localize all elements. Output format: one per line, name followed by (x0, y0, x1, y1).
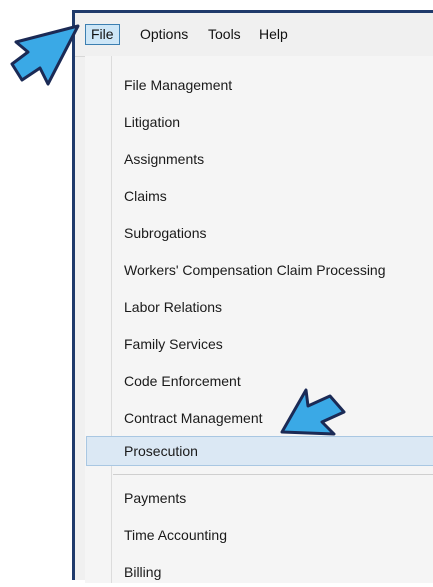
menu-item-claims[interactable]: Claims (86, 181, 433, 211)
menu-item-subrogations[interactable]: Subrogations (86, 218, 433, 248)
menu-item-contract-management[interactable]: Contract Management (86, 403, 433, 433)
menu-options[interactable]: Options (135, 24, 193, 45)
menu-item-billing[interactable]: Billing (86, 557, 433, 587)
menu-item-label: Payments (124, 490, 187, 506)
menu-item-label: Claims (124, 188, 167, 204)
menu-item-workers-compensation[interactable]: Workers' Compensation Claim Processing (86, 255, 433, 285)
menu-item-label: Time Accounting (124, 527, 227, 543)
menu-item-label: Workers' Compensation Claim Processing (124, 262, 386, 278)
app-window: File Options Tools Help File Management … (72, 10, 433, 583)
menu-item-label: Litigation (124, 114, 181, 130)
menu-item-label: Labor Relations (124, 299, 223, 315)
menu-item-prosecution[interactable]: Prosecution (86, 436, 433, 466)
menu-separator (113, 474, 433, 475)
menu-item-payments[interactable]: Payments (86, 483, 433, 513)
menu-item-litigation[interactable]: Litigation (86, 107, 433, 137)
menu-item-time-accounting[interactable]: Time Accounting (86, 520, 433, 550)
menu-item-code-enforcement[interactable]: Code Enforcement (86, 366, 433, 396)
menu-item-label: Billing (124, 564, 162, 580)
menu-item-label: Subrogations (124, 225, 207, 241)
menu-item-label: Code Enforcement (124, 373, 241, 389)
menu-bar: File Options Tools Help (75, 13, 433, 57)
menu-item-file-management[interactable]: File Management (86, 70, 433, 100)
menu-item-label: Family Services (124, 336, 223, 352)
menu-item-label: Prosecution (124, 443, 198, 459)
menu-item-label: File Management (124, 77, 233, 93)
menu-help[interactable]: Help (254, 24, 293, 45)
menu-item-label: Assignments (124, 151, 205, 167)
file-menu-dropdown: File Management Litigation Assignments C… (85, 56, 433, 583)
menu-tools[interactable]: Tools (203, 24, 246, 45)
menu-item-assignments[interactable]: Assignments (86, 144, 433, 174)
menu-item-label: Contract Management (124, 410, 263, 426)
menu-file[interactable]: File (85, 24, 120, 45)
menu-item-family-services[interactable]: Family Services (86, 329, 433, 359)
arrow-pointer-icon (280, 388, 346, 436)
arrow-pointer-icon (10, 24, 80, 86)
menu-item-labor-relations[interactable]: Labor Relations (86, 292, 433, 322)
